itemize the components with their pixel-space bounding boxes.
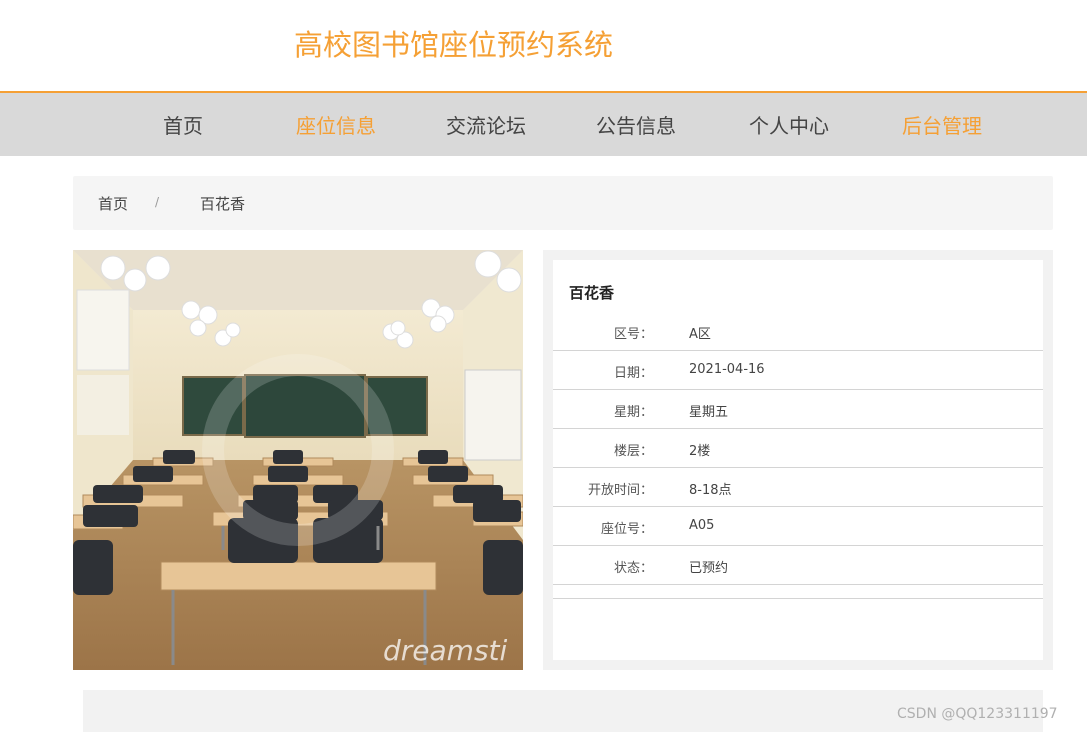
detail-value: 8-18点	[689, 483, 732, 498]
detail-row-open-hours: 开放时间： 8-18点	[553, 468, 1043, 507]
photo-watermark: dreamsti	[383, 634, 508, 667]
nav-item-seat-info[interactable]: 座位信息	[296, 110, 376, 139]
nav-item-admin[interactable]: 后台管理	[902, 110, 982, 139]
detail-row-floor: 楼层： 2楼	[553, 429, 1043, 468]
nav-item-announcements[interactable]: 公告信息	[596, 110, 676, 139]
site-title: 高校图书馆座位预约系统	[294, 28, 614, 62]
nav-item-personal-center[interactable]: 个人中心	[749, 110, 829, 139]
detail-key: 状态：	[613, 561, 653, 576]
nav-item-home[interactable]: 首页	[163, 110, 203, 139]
room-photo: dreamsti	[73, 250, 523, 670]
site-header: 高校图书馆座位预约系统	[0, 0, 1087, 91]
nav-item-forum[interactable]: 交流论坛	[446, 110, 526, 139]
detail-key: 日期：	[613, 366, 653, 381]
detail-key: 开放时间：	[587, 483, 653, 498]
detail-row-status: 状态： 已预约	[553, 546, 1043, 585]
detail-key: 楼层：	[613, 444, 653, 459]
detail-key: 区号：	[613, 327, 653, 342]
seat-details-table: 区号： A区 日期： 2021-04-16 星期： 星期五 楼层： 2楼 开放时…	[553, 312, 1043, 585]
breadcrumb: 首页 / 百花香	[73, 176, 1053, 230]
status-badge: 已预约	[689, 561, 729, 576]
main-nav: 首页 座位信息 交流论坛 公告信息 个人中心 后台管理	[0, 91, 1087, 156]
detail-value: 2021-04-16	[689, 362, 765, 377]
detail-row-area: 区号： A区	[553, 312, 1043, 351]
detail-value: A区	[689, 327, 711, 342]
detail-key: 座位号：	[600, 522, 653, 537]
detail-row-weekday: 星期： 星期五	[553, 390, 1043, 429]
seat-title: 百花香	[569, 284, 615, 302]
seat-info-panel: 百花香 区号： A区 日期： 2021-04-16 星期： 星期五 楼层： 2楼…	[543, 250, 1053, 670]
seat-info-card: 百花香 区号： A区 日期： 2021-04-16 星期： 星期五 楼层： 2楼…	[553, 260, 1043, 660]
detail-value: 2楼	[689, 444, 711, 459]
detail-row-date: 日期： 2021-04-16	[553, 351, 1043, 390]
detail-row-seat-number: 座位号： A05	[553, 507, 1043, 546]
breadcrumb-home-link[interactable]: 首页	[98, 193, 128, 214]
breadcrumb-current: 百花香	[200, 195, 246, 213]
csdn-watermark: CSDN @QQ123311197	[897, 706, 1058, 722]
divider	[553, 598, 1043, 599]
breadcrumb-separator: /	[155, 195, 160, 209]
detail-value: 星期五	[689, 405, 729, 420]
detail-value: A05	[689, 518, 715, 533]
detail-key: 星期：	[613, 405, 653, 420]
